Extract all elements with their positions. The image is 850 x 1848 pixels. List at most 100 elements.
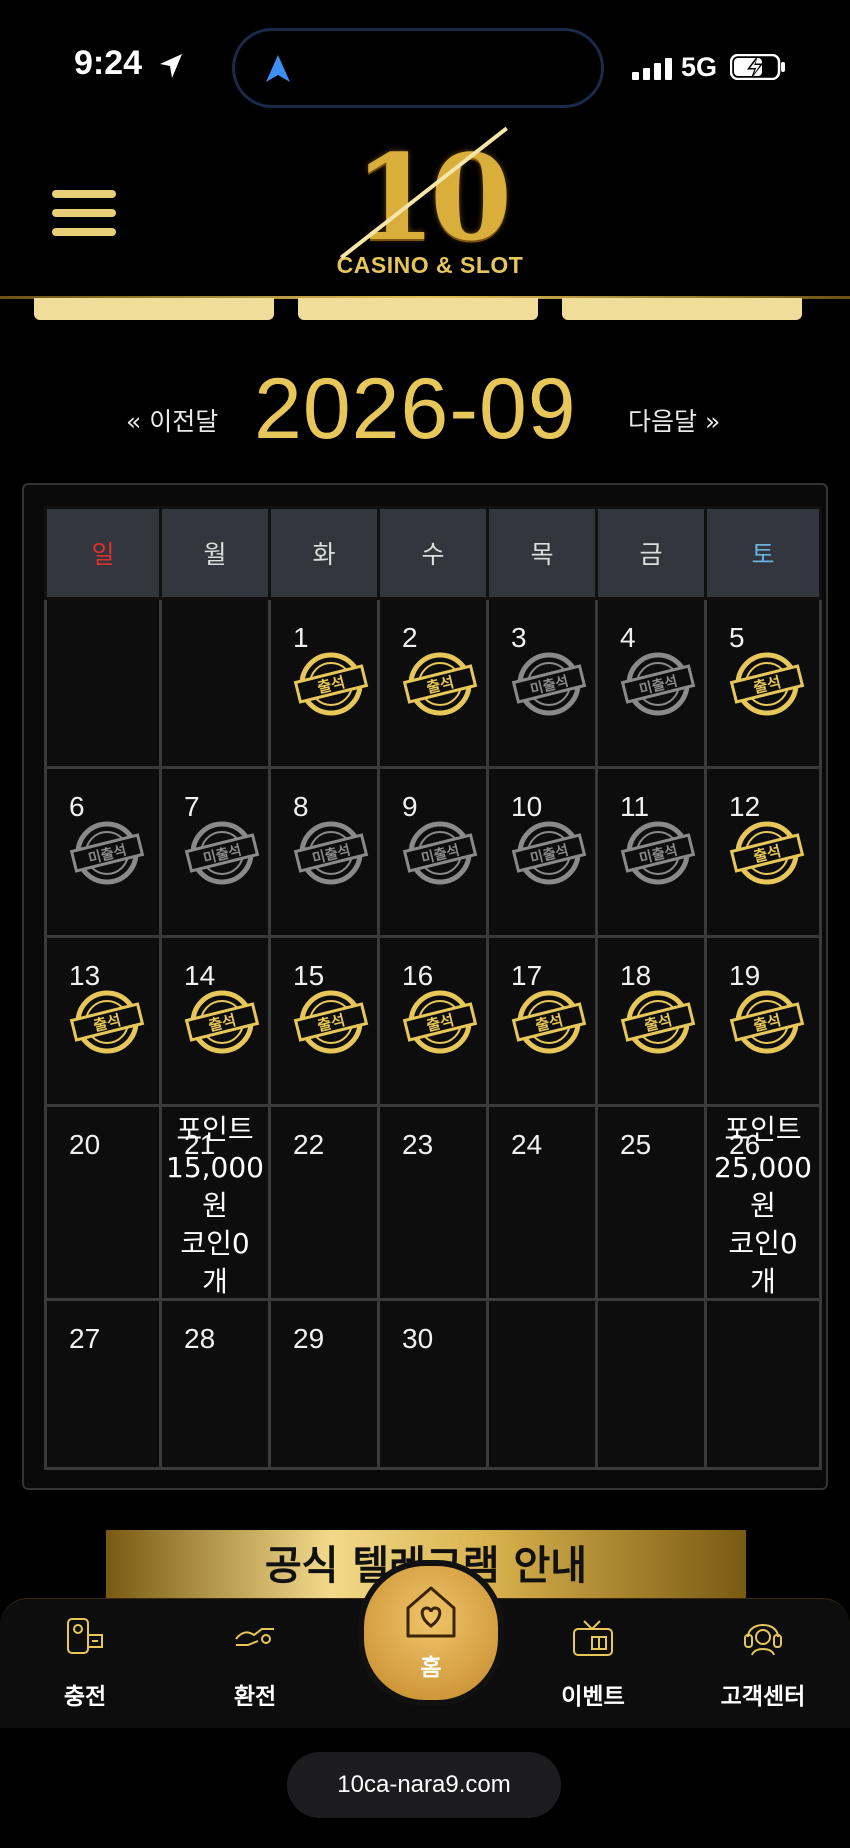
calendar-day-cell[interactable]: 4 미출석	[595, 597, 707, 769]
attended-stamp-icon: 출석	[729, 990, 805, 1058]
tab-button-2[interactable]	[298, 298, 538, 320]
attended-stamp-icon: 출석	[402, 652, 478, 720]
calendar-day-cell	[486, 1298, 598, 1470]
calendar-day-cell[interactable]: 11 미출석	[595, 766, 707, 938]
calendar-day-cell[interactable]: 22	[268, 1104, 380, 1301]
tab-button-1[interactable]	[34, 298, 274, 320]
day-number: 20	[69, 1129, 101, 1160]
calendar-week-row: 20 21 포인트 15,000 원 코인0 개 22 23 24 25 26 포인트 25,0…	[44, 1104, 822, 1301]
day-number: 13	[69, 960, 101, 991]
dynamic-island	[232, 28, 604, 108]
tab-button-3[interactable]	[562, 298, 802, 320]
calendar-day-cell[interactable]: 29	[268, 1298, 380, 1470]
day-number: 29	[293, 1323, 325, 1354]
day-number: 6	[69, 791, 85, 822]
absent-stamp-icon: 미출석	[511, 652, 587, 720]
absent-stamp-icon: 미출석	[620, 652, 696, 720]
nav-deposit[interactable]: 충전	[10, 1613, 160, 1711]
logo-number: 10	[353, 128, 512, 267]
prev-month-link[interactable]: « 이전달	[126, 402, 218, 438]
site-header: 10 CASINO & SLOT	[0, 126, 850, 298]
day-number: 10	[511, 791, 543, 822]
nav-home-button[interactable]: 홈	[358, 1560, 504, 1706]
weekday-wed: 수	[377, 506, 489, 600]
address-bar[interactable]: 10ca-nara9.com	[287, 1752, 561, 1818]
withdraw-icon	[235, 1628, 274, 1646]
attendance-calendar: 일 월 화 수 목 금 토 1 출석 2 출석 3 미출석 4 미출석 5 출석 6 미출석 7 미출석 8…	[44, 506, 822, 1470]
calendar-day-cell[interactable]: 26 포인트 25,000 원 코인0 개	[704, 1104, 822, 1301]
calendar-day-cell	[159, 597, 271, 769]
calendar-day-cell[interactable]: 17 출석	[486, 935, 598, 1107]
day-number: 8	[293, 791, 309, 822]
calendar-day-cell[interactable]: 8 미출석	[268, 766, 380, 938]
calendar-week-row: 6 미출석 7 미출석 8 미출석 9 미출석 10 미출석 11 미출석 12 출석	[44, 766, 822, 938]
menu-hamburger-icon[interactable]	[52, 190, 116, 244]
calendar-day-cell[interactable]: 21 포인트 15,000 원 코인0 개	[159, 1104, 271, 1301]
day-number: 28	[184, 1323, 216, 1354]
nav-support[interactable]: 고객센터	[688, 1613, 838, 1711]
calendar-day-cell[interactable]: 16 출석	[377, 935, 489, 1107]
attended-stamp-icon: 출석	[293, 990, 369, 1058]
attended-stamp-icon: 출석	[293, 652, 369, 720]
attended-stamp-icon: 출석	[184, 990, 260, 1058]
day-number: 19	[729, 960, 761, 991]
weekday-fri: 금	[595, 506, 707, 600]
calendar-day-cell[interactable]: 3 미출석	[486, 597, 598, 769]
gift-tv-icon	[573, 1620, 613, 1656]
attended-stamp-icon: 출석	[511, 990, 587, 1058]
calendar-day-cell[interactable]: 6 미출석	[44, 766, 162, 938]
day-number: 30	[402, 1323, 434, 1354]
calendar-day-cell[interactable]: 9 미출석	[377, 766, 489, 938]
calendar-day-cell[interactable]: 14 출석	[159, 935, 271, 1107]
calendar-day-cell[interactable]: 13 출석	[44, 935, 162, 1107]
attended-stamp-icon: 출석	[402, 990, 478, 1058]
nav-event[interactable]: 이벤트	[518, 1613, 668, 1711]
network-type: 5G	[681, 52, 718, 82]
day-number: 18	[620, 960, 652, 991]
calendar-day-cell[interactable]: 5 출석	[704, 597, 822, 769]
calendar-day-cell	[44, 597, 162, 769]
calendar-day-cell[interactable]: 12 출석	[704, 766, 822, 938]
calendar-day-cell[interactable]: 19 출석	[704, 935, 822, 1107]
calendar-week-row: 13 출석 14 출석 15 출석 16 출석 17 출석 18 출석 19 출석	[44, 935, 822, 1107]
weekday-sun: 일	[44, 506, 162, 600]
calendar-day-cell[interactable]: 2 출석	[377, 597, 489, 769]
calendar-day-cell[interactable]: 15 출석	[268, 935, 380, 1107]
navigation-arrow-icon	[266, 55, 290, 82]
calendar-day-cell[interactable]: 25	[595, 1104, 707, 1301]
absent-stamp-icon: 미출석	[402, 821, 478, 889]
status-time: 9:24	[74, 44, 143, 82]
site-logo[interactable]: 10 CASINO & SLOT	[310, 126, 550, 298]
calendar-day-cell[interactable]: 1 출석	[268, 597, 380, 769]
calendar-day-cell	[704, 1298, 822, 1470]
calendar-day-cell[interactable]: 27	[44, 1298, 162, 1470]
day-number: 24	[511, 1129, 543, 1160]
calendar-day-cell[interactable]: 23	[377, 1104, 489, 1301]
calendar-day-cell[interactable]: 10 미출석	[486, 766, 598, 938]
calendar-day-cell[interactable]: 28	[159, 1298, 271, 1470]
calendar-day-cell[interactable]: 7 미출석	[159, 766, 271, 938]
home-heart-icon	[406, 1586, 456, 1638]
day-number: 5	[729, 622, 745, 653]
calendar-day-cell[interactable]: 20	[44, 1104, 162, 1301]
nav-withdraw-label: 환전	[233, 1684, 277, 1710]
day-number: 2	[402, 622, 418, 653]
day-number: 15	[293, 960, 325, 991]
absent-stamp-icon: 미출석	[69, 821, 145, 889]
day-number: 14	[184, 960, 216, 991]
calendar-day-cell[interactable]: 18 출석	[595, 935, 707, 1107]
calendar-day-cell	[595, 1298, 707, 1470]
calendar-day-cell[interactable]: 30	[377, 1298, 489, 1470]
absent-stamp-icon: 미출석	[620, 821, 696, 889]
nav-withdraw[interactable]: 환전	[180, 1613, 330, 1711]
attended-stamp-icon: 출석	[620, 990, 696, 1058]
day-number: 27	[69, 1323, 101, 1354]
attended-stamp-icon: 출석	[729, 652, 805, 720]
status-bar: 9:24 5G	[0, 0, 850, 130]
day-number: 1	[293, 622, 309, 653]
reward-note: 포인트 25,000 원 코인0 개	[714, 1113, 812, 1298]
next-month-link[interactable]: 다음달 »	[628, 402, 720, 438]
calendar-day-cell[interactable]: 24	[486, 1104, 598, 1301]
current-month: 2026-09	[254, 361, 577, 457]
calendar-body: 1 출석 2 출석 3 미출석 4 미출석 5 출석 6 미출석 7 미출석 8 미출석 9 미출석 10 미출석 11…	[44, 597, 822, 1470]
